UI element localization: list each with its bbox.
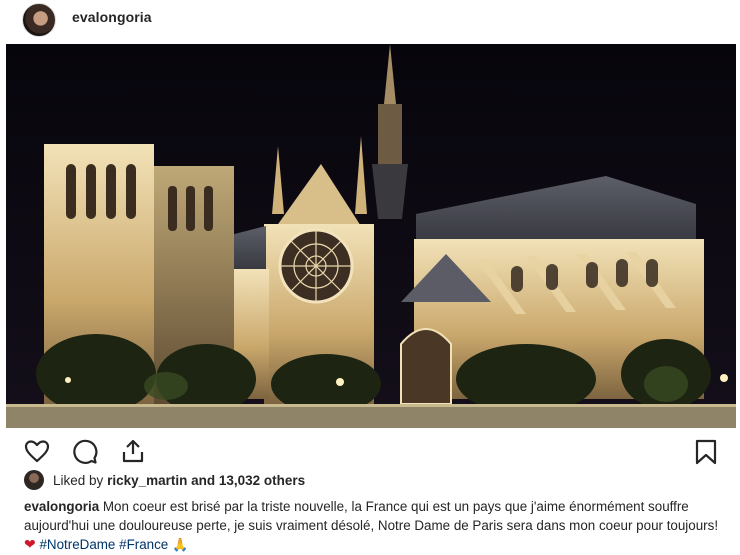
post-header: evalongoria — [0, 0, 740, 40]
hashtag-notredame[interactable]: #NotreDame — [39, 537, 115, 552]
likes-summary: Liked by ricky_martin and 13,032 others — [24, 469, 305, 491]
instagram-post: evalongoria Liked by ricky_martin and 13… — [0, 0, 740, 555]
liker-avatar[interactable] — [24, 470, 44, 490]
share-icon[interactable] — [120, 438, 146, 464]
pray-emoji-icon: 🙏 — [171, 537, 189, 552]
caption-username[interactable]: evalongoria — [24, 499, 99, 514]
comment-icon[interactable] — [72, 439, 98, 465]
bookmark-icon[interactable] — [694, 439, 718, 465]
post-photo[interactable] — [6, 44, 736, 428]
hashtag-france[interactable]: #France — [119, 537, 168, 552]
avatar[interactable] — [22, 3, 56, 37]
action-bar — [0, 430, 740, 470]
likes-prefix: Liked by — [53, 472, 104, 488]
cathedral-night-photo — [6, 44, 736, 428]
heart-emoji-icon: ❤ — [24, 536, 36, 552]
caption-text: Mon coeur est brisé par la triste nouvel… — [24, 499, 719, 533]
likes-count[interactable]: and 13,032 others — [191, 473, 305, 488]
username[interactable]: evalongoria — [72, 9, 152, 25]
post-caption: evalongoria Mon coeur est brisé par la t… — [24, 498, 724, 555]
liker-username[interactable]: ricky_martin — [107, 473, 187, 488]
heart-icon[interactable] — [24, 439, 50, 463]
